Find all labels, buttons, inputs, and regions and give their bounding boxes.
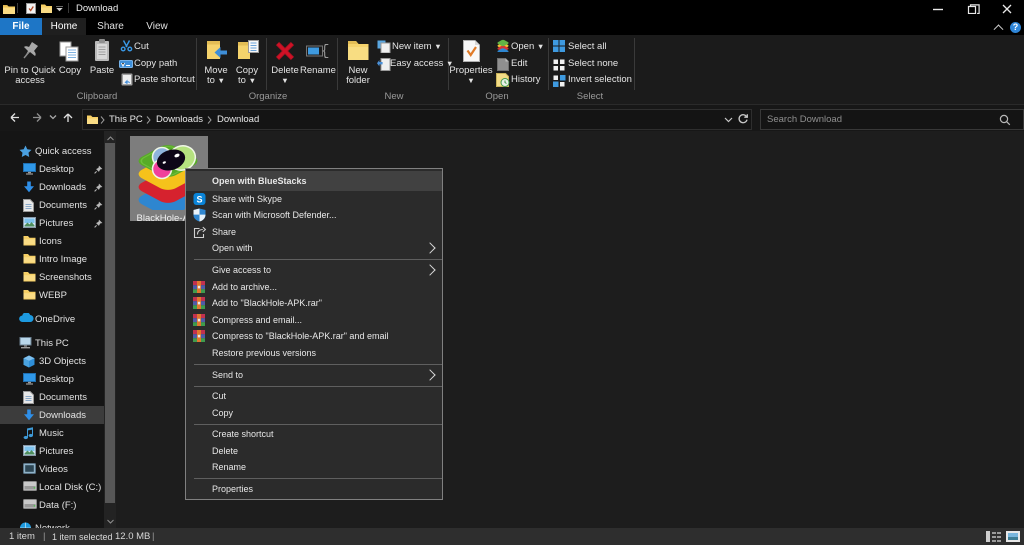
svg-text:S: S xyxy=(196,195,202,205)
